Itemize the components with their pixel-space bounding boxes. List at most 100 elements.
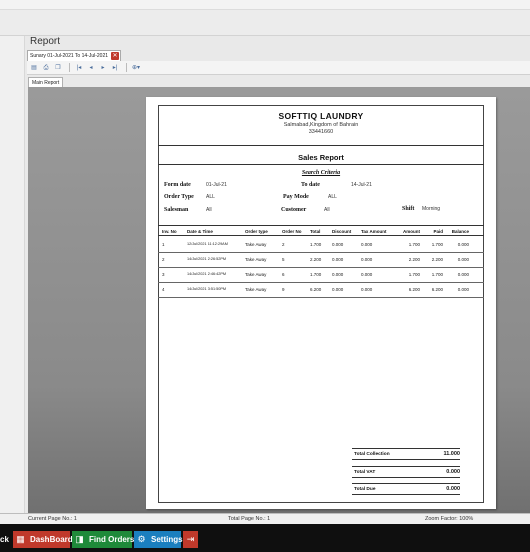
customer-label: Customer [281, 207, 307, 213]
column-header: Discount [332, 229, 352, 234]
exit-icon[interactable]: ⇥ [183, 531, 198, 548]
divider [158, 145, 484, 146]
table-cell: 6 [282, 272, 285, 277]
table-top-line [158, 225, 484, 226]
window-title: Report [30, 36, 61, 47]
table-cell: 14/Jul/2021 2:26:52PM [187, 257, 227, 261]
table-cell: 14/Jul/2021 3:51:50PM [187, 287, 227, 291]
total-vat-label: Total VAT [354, 470, 376, 475]
table-cell: 0.000 [361, 242, 373, 247]
report-toolbar: ▤ ⎙ ❐ |◂ ◂ ▸ ▸| ⊕▾ [27, 61, 530, 75]
table-cell: 12/Jul/2021 11:12:29AM [187, 242, 228, 246]
company-phone: 33441660 [308, 129, 334, 135]
last-page-icon[interactable]: ▸| [110, 63, 120, 73]
table-cell: 2 [282, 242, 285, 247]
table-cell: 2 [162, 257, 165, 262]
dashboard-icon[interactable]: ▦ [13, 531, 28, 548]
column-header: Date & Time [187, 229, 213, 234]
table-cell: 2.200 [310, 257, 322, 262]
toolbar-separator [69, 63, 70, 72]
table-cell: Take Away [245, 257, 267, 262]
column-header: Paid [433, 229, 443, 234]
total-due-value: 0.000 [446, 486, 460, 492]
table-cell: 2.200 [431, 257, 443, 262]
copy-icon[interactable]: ❐ [53, 63, 63, 73]
column-header: Amount [403, 229, 420, 234]
toolbar-separator [126, 63, 127, 72]
row-divider [158, 267, 484, 268]
table-cell: 1.700 [431, 242, 443, 247]
table-cell: 1.700 [408, 272, 420, 277]
status-bar: Current Page No.: 1 Total Page No.: 1 Zo… [0, 513, 530, 524]
column-header: Order type [245, 229, 268, 234]
find-orders-button[interactable]: Find Orders [87, 531, 134, 548]
report-viewer: SOFTTIQ LAUNDRY Salmabad,Kingdom of Bahr… [28, 87, 530, 513]
table-cell: 1.700 [310, 272, 322, 277]
total-collection-label: Total Collection [354, 452, 390, 457]
total-pages-status: Total Page No.: 1 [228, 516, 271, 522]
left-panel [0, 36, 25, 524]
from-date-label: Form date [164, 182, 191, 188]
table-cell: 0.000 [332, 272, 344, 277]
report-tab-label: Sunary 01-Jul-2021 To 14-Jul-2021 [30, 53, 109, 59]
total-collection-value: 11.000 [443, 451, 460, 457]
close-tab-icon[interactable]: ✕ [111, 52, 120, 60]
row-divider [158, 297, 484, 298]
table-cell: 6.200 [431, 287, 443, 292]
salesman-value: All [206, 207, 212, 213]
table-cell: 2.200 [408, 257, 420, 262]
first-page-icon[interactable]: |◂ [74, 63, 84, 73]
pay-mode-label: Pay Mode [283, 194, 309, 200]
table-cell: 3 [162, 272, 165, 277]
find-orders-icon[interactable]: ◨ [72, 531, 87, 548]
table-cell: 0.000 [332, 242, 344, 247]
row-divider [158, 282, 484, 283]
back-button[interactable]: ck [0, 531, 12, 548]
table-cell: 9 [282, 287, 285, 292]
pay-mode-value: ALL [328, 194, 337, 200]
export-icon[interactable]: ▤ [29, 63, 39, 73]
table-cell: 0.000 [361, 287, 373, 292]
table-cell: 1.700 [310, 242, 322, 247]
table-cell: 0.000 [457, 242, 469, 247]
table-cell: 5 [282, 257, 285, 262]
table-cell: 1 [162, 242, 165, 247]
table-cell: 0.000 [332, 287, 344, 292]
next-page-icon[interactable]: ▸ [98, 63, 108, 73]
dashboard-button[interactable]: DashBoard [28, 531, 73, 548]
company-name: SOFTTIQ LAUNDRY [278, 111, 364, 121]
top-band [0, 10, 530, 36]
table-cell: 4 [162, 287, 165, 292]
total-due-label: Total Due [354, 487, 376, 492]
search-criteria-title: Search Criteria [301, 170, 341, 176]
settings-button[interactable]: Settings [149, 531, 183, 548]
top-strip [0, 0, 530, 10]
main-report-tab[interactable]: Main Report [28, 77, 64, 87]
current-page-status: Current Page No.: 1 [28, 516, 77, 522]
table-header-line [158, 235, 484, 236]
zoom-status: Zoom Factor: 100% [425, 516, 474, 522]
table-cell: 1.700 [431, 272, 443, 277]
table-cell: 0.000 [332, 257, 344, 262]
table-cell: Take Away [245, 272, 267, 277]
shift-label: Shift [402, 206, 415, 212]
settings-icon[interactable]: ⚙ [134, 531, 149, 548]
row-divider [158, 252, 484, 253]
table-cell: 6.200 [408, 287, 420, 292]
shift-value: Morning [422, 206, 441, 212]
salesman-label: Salesman [164, 207, 189, 213]
print-icon[interactable]: ⎙ [41, 63, 51, 73]
table-cell: 0.000 [457, 272, 469, 277]
divider [158, 164, 484, 165]
to-date-label: To date [301, 182, 320, 188]
zoom-icon[interactable]: ⊕▾ [131, 63, 141, 73]
column-header: Inv. No [162, 229, 177, 234]
column-header: Tax Amount [361, 229, 387, 234]
company-address: Salmabad,Kingdom of Bahrain [283, 122, 359, 128]
report-tab[interactable]: Sunary 01-Jul-2021 To 14-Jul-2021 ✕ [27, 50, 122, 61]
table-cell: 0.000 [361, 257, 373, 262]
table-cell: 0.000 [457, 257, 469, 262]
table-cell: 0.000 [361, 272, 373, 277]
table-cell: 6.200 [310, 287, 322, 292]
prev-page-icon[interactable]: ◂ [86, 63, 96, 73]
